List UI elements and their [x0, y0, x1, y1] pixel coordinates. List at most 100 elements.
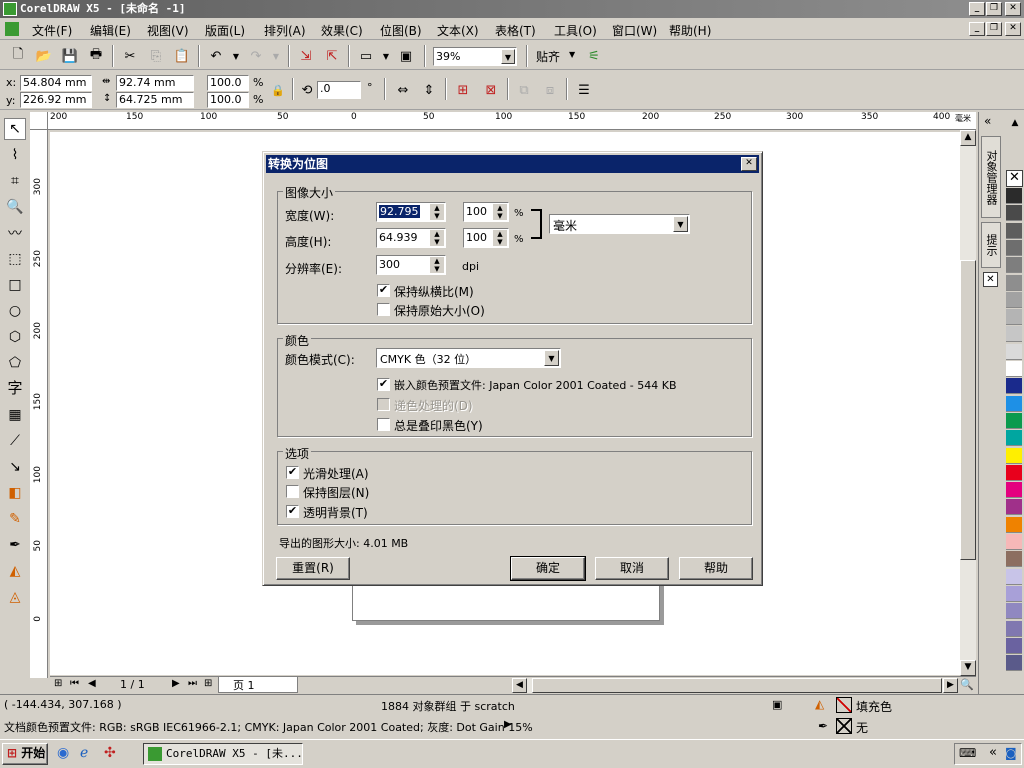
network-icon[interactable]: ◙	[1005, 746, 1017, 760]
new-icon[interactable]: 🗋	[8, 46, 28, 66]
x-position-input[interactable]: 54.804 mm	[20, 75, 92, 91]
undo-dropdown-icon[interactable]: ▼	[226, 46, 246, 66]
copy-icon[interactable]: ⎘	[146, 46, 166, 66]
print-icon[interactable]: 🖶	[86, 46, 106, 66]
no-color-swatch-icon[interactable]: ✕	[1006, 170, 1023, 187]
palette-swatch[interactable]	[1006, 326, 1022, 343]
launcher-dropdown-icon[interactable]: ▼	[376, 46, 396, 66]
width-input[interactable]: 92.795 ▲ ▼	[376, 202, 446, 222]
combine-icon[interactable]: ⧉	[514, 80, 534, 100]
object-info-icon[interactable]: ▣	[772, 698, 782, 711]
palette-swatch[interactable]	[1006, 655, 1022, 672]
keep-ratio-checkbox[interactable]: ✔	[377, 284, 390, 297]
color-mode-select[interactable]: CMYK 色（32 位） ▼	[376, 348, 561, 368]
taskbar-coreldraw-item[interactable]: CorelDRAW X5 - [未...	[143, 743, 303, 765]
smart-fill-tool-icon[interactable]: ⬚	[4, 248, 26, 270]
height-percent-input[interactable]: 100 ▲ ▼	[463, 228, 509, 248]
menu-arrange[interactable]: 排列(A)	[264, 22, 306, 39]
align-distribute-icon[interactable]: ☰	[574, 80, 594, 100]
menu-help[interactable]: 帮助(H)	[669, 22, 711, 39]
rotation-angle-input[interactable]: .0	[317, 81, 361, 99]
spin-arrows-icon[interactable]: ▲ ▼	[430, 204, 444, 220]
width-percent-input[interactable]: 100 ▲ ▼	[463, 202, 509, 222]
application-launcher-icon[interactable]: ▭	[356, 46, 376, 66]
scale-y-input[interactable]: 100.0	[207, 92, 249, 108]
pick-tool-icon[interactable]: ↖	[4, 118, 26, 140]
save-icon[interactable]: 💾	[60, 46, 80, 66]
palette-swatch[interactable]	[1006, 188, 1022, 204]
connector-tool-icon[interactable]: ↘	[4, 456, 26, 478]
palette-swatch[interactable]	[1006, 274, 1022, 291]
object-manager-tab[interactable]: 对象管理器	[981, 136, 1001, 218]
menu-edit[interactable]: 编辑(E)	[90, 22, 131, 39]
open-icon[interactable]: 📂	[34, 46, 54, 66]
restore-button[interactable]: ❐	[986, 2, 1002, 16]
palette-swatch[interactable]	[1006, 430, 1022, 447]
dither-checkbox[interactable]	[377, 398, 390, 411]
freehand-tool-icon[interactable]: 〰	[4, 222, 26, 244]
break-apart-icon[interactable]: ⧈	[540, 80, 560, 100]
prev-page-icon[interactable]: ◀	[88, 678, 96, 689]
ie-icon[interactable]: ℯ	[80, 745, 88, 761]
snap-dropdown-icon[interactable]: ▼	[569, 50, 575, 59]
welcome-screen-icon[interactable]: ▣	[396, 46, 416, 66]
palette-swatch[interactable]	[1006, 585, 1022, 602]
palette-swatch[interactable]	[1006, 620, 1022, 637]
hints-tab[interactable]: 提示	[981, 222, 1001, 268]
palette-swatch[interactable]	[1006, 637, 1022, 654]
menu-file[interactable]: 文件(F)	[32, 22, 72, 39]
menu-text[interactable]: 文本(X)	[437, 22, 479, 39]
palette-swatch[interactable]	[1006, 291, 1022, 308]
close-button[interactable]: ✕	[1005, 2, 1021, 16]
menu-effects[interactable]: 效果(C)	[321, 22, 363, 39]
options-icon[interactable]: ⚟	[584, 46, 604, 66]
snap-to-menu[interactable]: 贴齐	[536, 48, 560, 65]
help-button[interactable]: 帮助	[679, 557, 753, 580]
overprint-black-checkbox[interactable]	[377, 418, 390, 431]
ellipse-tool-icon[interactable]: ○	[4, 300, 26, 322]
cancel-button[interactable]: 取消	[595, 557, 669, 580]
palette-swatch[interactable]	[1006, 239, 1022, 256]
fill-none-swatch-icon[interactable]	[836, 697, 852, 713]
tray-expand-icon[interactable]: «	[989, 745, 997, 760]
keep-layers-checkbox[interactable]	[286, 485, 299, 498]
reset-button[interactable]: 重置(R)	[276, 557, 350, 580]
palette-swatch[interactable]	[1006, 516, 1022, 533]
palette-swatch[interactable]	[1006, 309, 1022, 326]
ok-button[interactable]: 确定	[510, 556, 586, 581]
start-button[interactable]: ⊞ 开始	[2, 743, 48, 765]
outline-none-swatch-icon[interactable]	[836, 718, 852, 734]
browser-icon[interactable]: ◉	[57, 745, 69, 761]
palette-swatch[interactable]	[1006, 568, 1022, 585]
mirror-vertical-icon[interactable]: ⇕	[419, 80, 439, 100]
chevron-down-icon[interactable]: ▼	[501, 49, 515, 64]
object-width-input[interactable]: 92.74 mm	[116, 75, 194, 91]
crop-tool-icon[interactable]: ⌗	[4, 170, 26, 192]
keep-original-size-checkbox[interactable]	[377, 303, 390, 316]
menu-bitmaps[interactable]: 位图(B)	[380, 22, 422, 39]
add-page-after-icon[interactable]: ⊞	[204, 678, 212, 689]
ungroup-icon[interactable]: ⊠	[481, 80, 501, 100]
resolution-input[interactable]: 300 ▲ ▼	[376, 255, 446, 275]
scroll-thumb[interactable]	[960, 260, 976, 560]
menu-view[interactable]: 视图(V)	[147, 22, 189, 39]
zoom-tool-icon[interactable]: 🔍	[4, 196, 26, 218]
palette-swatch[interactable]	[1006, 361, 1022, 377]
outline-tool-icon[interactable]: ✒	[4, 534, 26, 556]
eyedropper-tool-icon[interactable]: ✎	[4, 508, 26, 530]
vertical-scrollbar[interactable]: ▲ ▼	[960, 130, 976, 676]
spin-arrows-icon[interactable]: ▲ ▼	[493, 230, 507, 246]
minimize-button[interactable]: _	[969, 2, 985, 16]
chevron-down-icon[interactable]: ▼	[544, 350, 559, 366]
doc-close-button[interactable]: ✕	[1005, 22, 1021, 36]
dimension-tool-icon[interactable]: ⟋	[4, 430, 26, 452]
scroll-down-icon[interactable]: ▼	[960, 660, 976, 676]
palette-swatch[interactable]	[1006, 482, 1022, 499]
anti-aliasing-checkbox[interactable]: ✔	[286, 466, 299, 479]
doc-minimize-button[interactable]: _	[969, 22, 985, 36]
unit-select[interactable]: 毫米 ▼	[549, 214, 690, 234]
palette-swatch[interactable]	[1006, 257, 1022, 274]
palette-swatch[interactable]	[1006, 378, 1022, 395]
spin-arrows-icon[interactable]: ▲ ▼	[493, 204, 507, 220]
export-icon[interactable]: ⇱	[322, 46, 342, 66]
